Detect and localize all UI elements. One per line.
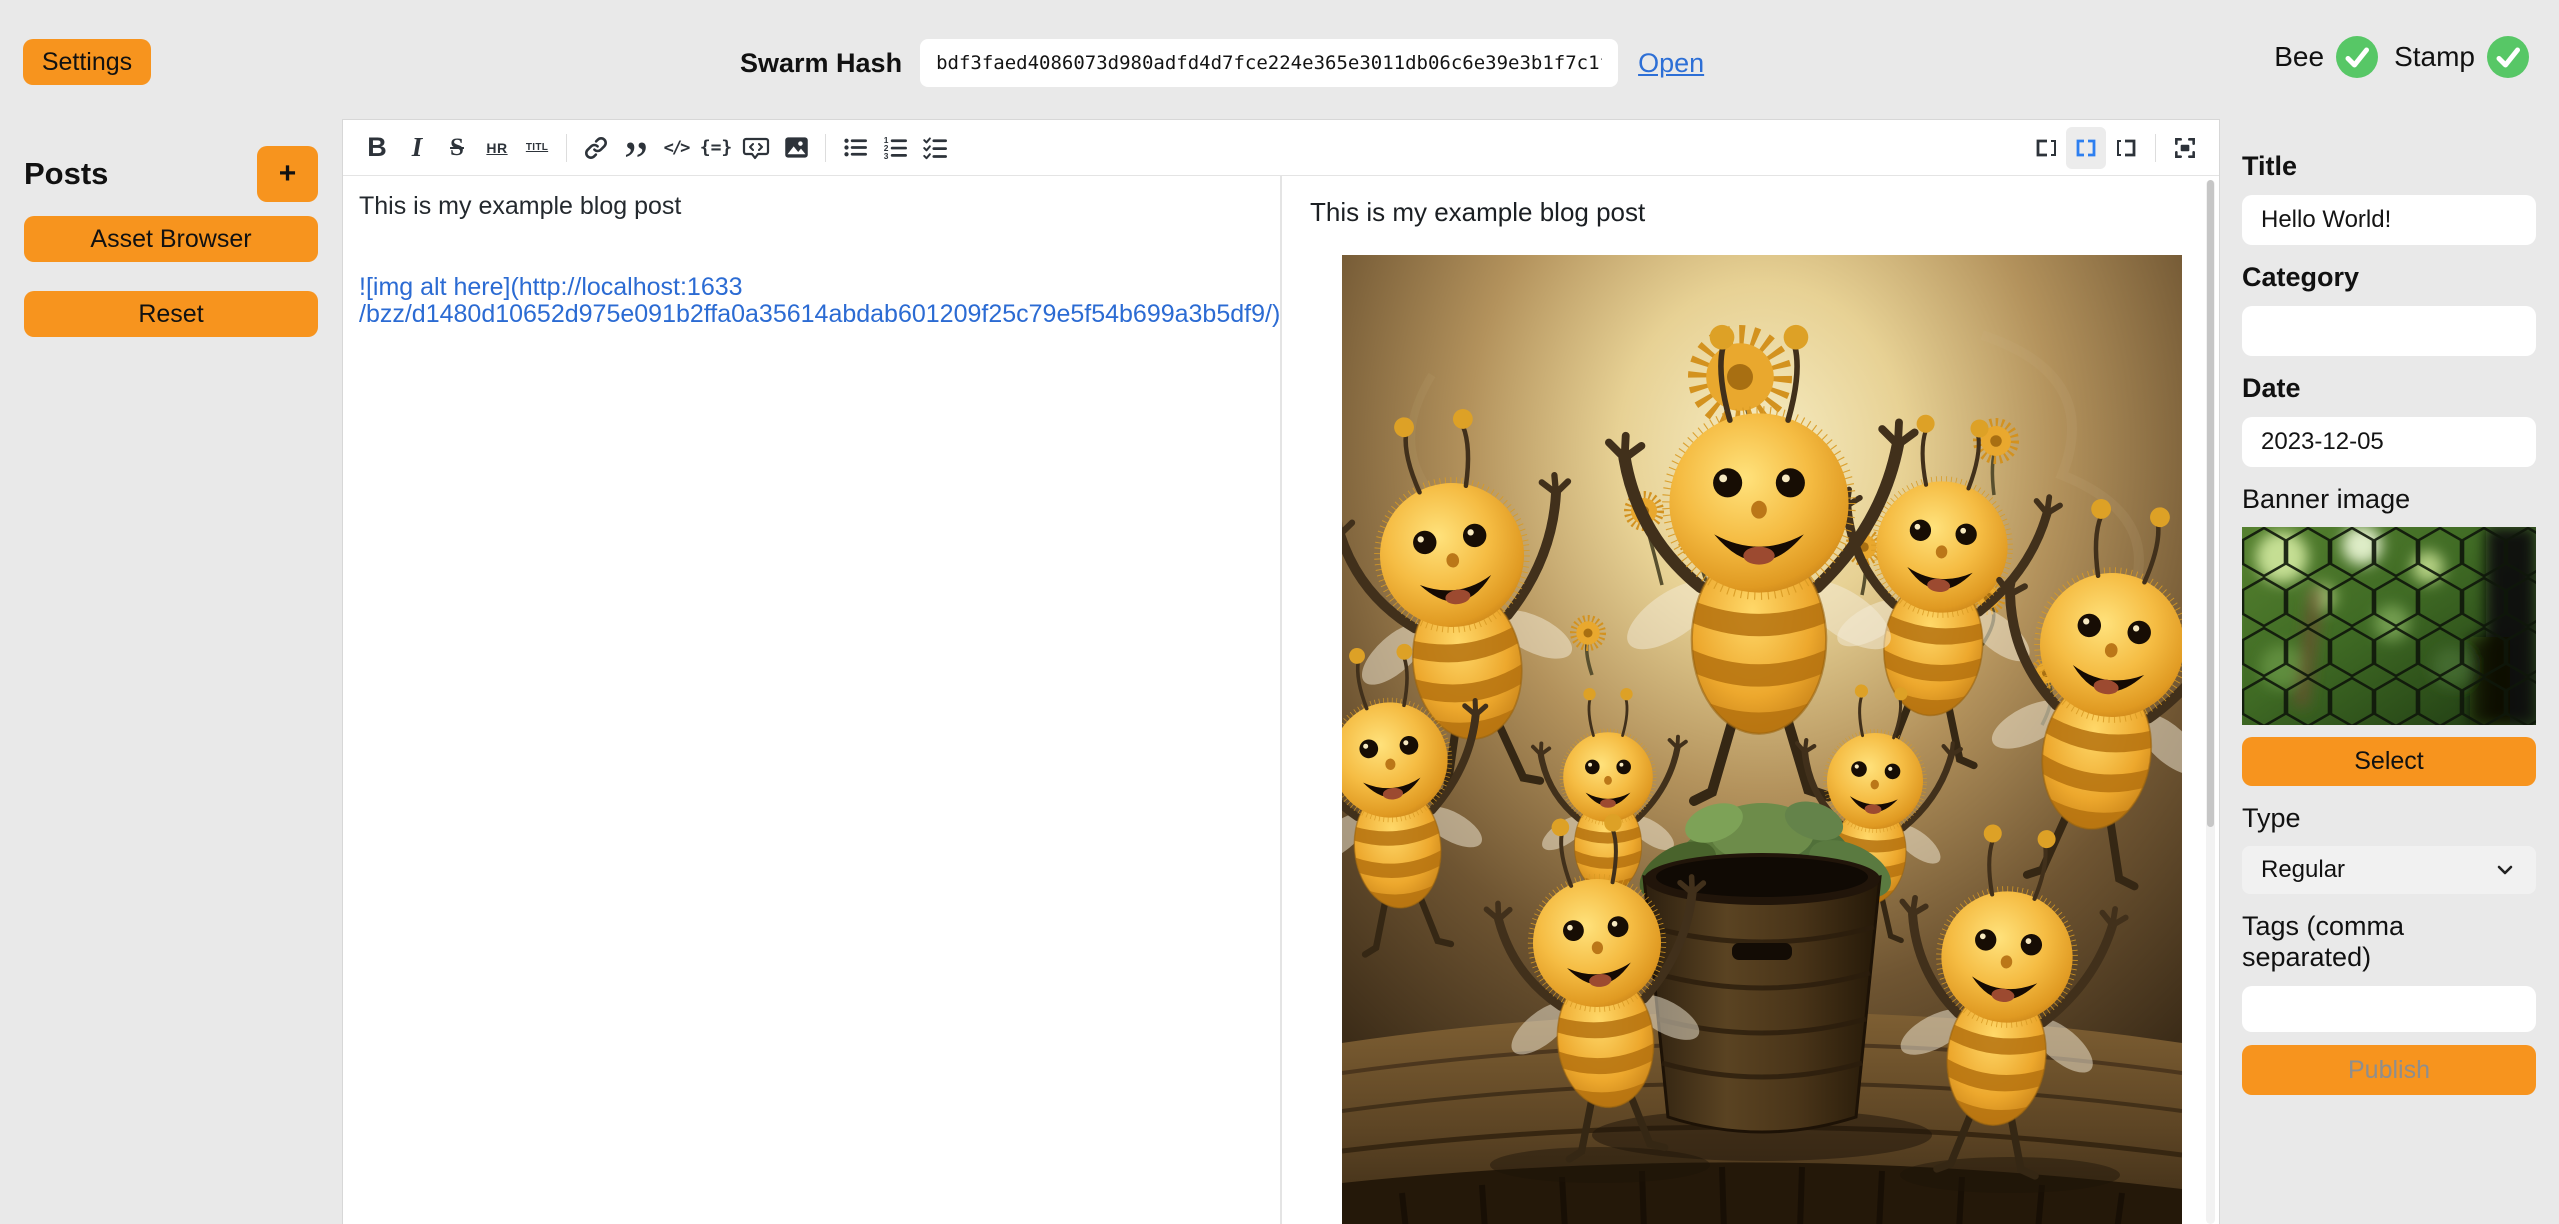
banner-image-label: Banner image xyxy=(2242,484,2536,515)
italic-button[interactable]: I xyxy=(397,127,437,169)
layout-editor-button[interactable] xyxy=(2026,127,2066,169)
task-list-button[interactable] xyxy=(915,127,955,169)
editor-work-area: This is my example blog post ![img alt h… xyxy=(343,176,2219,1224)
title-label: Title xyxy=(2242,151,2536,182)
post-details-panel: Title Category Date Banner image xyxy=(2220,119,2559,1224)
editor-image-markdown-line: /bzz/d1480d10652d975e091b2ffa0a35614abda… xyxy=(359,301,1270,328)
post-image-happy-bees xyxy=(1342,255,2182,1224)
reset-button[interactable]: Reset xyxy=(24,291,318,337)
category-label: Category xyxy=(2242,262,2536,293)
layout-preview-icon xyxy=(2113,136,2139,160)
app-root: { "header": { "settings_button": "Settin… xyxy=(0,0,2559,1224)
layout-side-by-side-icon xyxy=(2073,136,2099,160)
image-button[interactable] xyxy=(776,127,816,169)
ordered-list-icon: 1 2 3 xyxy=(882,134,909,161)
bee-check-icon xyxy=(2336,36,2378,78)
posts-title: Posts xyxy=(24,156,108,192)
strikethrough-button[interactable]: S xyxy=(437,127,477,169)
chevron-down-icon xyxy=(2493,858,2517,882)
preview-paragraph: This is my example blog post xyxy=(1310,197,2219,228)
preview-scrollbar-thumb[interactable] xyxy=(2207,180,2214,827)
category-input[interactable] xyxy=(2242,306,2536,356)
comment-code-icon xyxy=(742,134,770,162)
stamp-status: Stamp xyxy=(2394,36,2529,78)
bee-status-label: Bee xyxy=(2274,41,2324,73)
banner-select-button[interactable]: Select xyxy=(2242,737,2536,786)
fullscreen-icon xyxy=(2172,135,2198,161)
layout-editor-icon xyxy=(2033,136,2059,160)
unordered-list-icon xyxy=(842,134,869,161)
horizontal-rule-button[interactable]: HR xyxy=(477,127,517,169)
italic-icon: I xyxy=(412,132,423,163)
markdown-editor[interactable]: This is my example blog post ![img alt h… xyxy=(343,176,1280,1224)
editor-toolbar: B I S HR TITL ” </> {=} xyxy=(343,120,2219,176)
bee-status: Bee xyxy=(2274,36,2378,78)
link-button[interactable] xyxy=(576,127,616,169)
editor-panel: B I S HR TITL ” </> {=} xyxy=(342,119,2220,1224)
code-block-button[interactable]: {=} xyxy=(696,127,736,169)
tags-label: Tags (comma separated) xyxy=(2242,911,2536,973)
image-icon xyxy=(783,134,810,161)
toolbar-separator xyxy=(825,134,826,162)
open-link[interactable]: Open xyxy=(1638,48,1704,79)
horizontal-rule-icon: HR xyxy=(486,140,507,156)
bold-button[interactable]: B xyxy=(357,127,397,169)
header-bar: Settings Swarm Hash Open Bee Stamp xyxy=(0,0,2559,119)
stamp-status-label: Stamp xyxy=(2394,41,2475,73)
strikethrough-icon: S xyxy=(450,134,464,162)
editor-blank-line xyxy=(359,247,1270,274)
title-icon: TITL xyxy=(526,142,548,153)
code-icon: </> xyxy=(664,138,689,158)
unordered-list-button[interactable] xyxy=(835,127,875,169)
svg-text:3: 3 xyxy=(883,151,888,161)
fullscreen-button[interactable] xyxy=(2165,127,2205,169)
editor-image-markdown-line: ![img alt here](http://localhost:1633 xyxy=(359,274,1270,301)
publish-button[interactable]: Publish xyxy=(2242,1045,2536,1095)
quote-button[interactable]: ” xyxy=(616,127,656,169)
editor-blank-line xyxy=(359,220,1270,247)
link-icon xyxy=(583,135,609,161)
title-input[interactable] xyxy=(2242,195,2536,245)
swarm-hash-input[interactable] xyxy=(920,39,1618,87)
banner-image-thumbnail xyxy=(2242,527,2536,725)
type-select[interactable]: Regular xyxy=(2242,846,2536,894)
swarm-hash-label: Swarm Hash xyxy=(740,48,902,79)
date-label: Date xyxy=(2242,373,2536,404)
layout-side-by-side-button[interactable] xyxy=(2066,127,2106,169)
type-select-value: Regular xyxy=(2261,856,2345,884)
ordered-list-button[interactable]: 1 2 3 xyxy=(875,127,915,169)
date-input[interactable] xyxy=(2242,417,2536,467)
bold-icon: B xyxy=(367,132,387,163)
status-group: Bee Stamp xyxy=(2274,36,2529,78)
layout-preview-button[interactable] xyxy=(2106,127,2146,169)
editor-line: This is my example blog post xyxy=(359,193,1270,220)
title-button[interactable]: TITL xyxy=(517,127,557,169)
asset-browser-button[interactable]: Asset Browser xyxy=(24,216,318,262)
toolbar-separator xyxy=(566,134,567,162)
settings-button[interactable]: Settings xyxy=(23,39,151,85)
toolbar-separator xyxy=(2155,134,2156,162)
code-button[interactable]: </> xyxy=(656,127,696,169)
preview-pane: This is my example blog post xyxy=(1282,176,2219,1224)
new-post-button[interactable]: + xyxy=(257,146,318,202)
type-label: Type xyxy=(2242,803,2536,834)
preview-scrollbar[interactable] xyxy=(2206,180,2215,1224)
code-block-icon: {=} xyxy=(700,137,733,158)
task-list-icon xyxy=(922,134,949,161)
stamp-check-icon xyxy=(2487,36,2529,78)
posts-sidebar: Posts + Asset Browser Reset xyxy=(0,119,342,1224)
swarm-hash-group: Swarm Hash Open xyxy=(740,38,1704,88)
comment-code-button[interactable] xyxy=(736,127,776,169)
tags-input[interactable] xyxy=(2242,986,2536,1032)
